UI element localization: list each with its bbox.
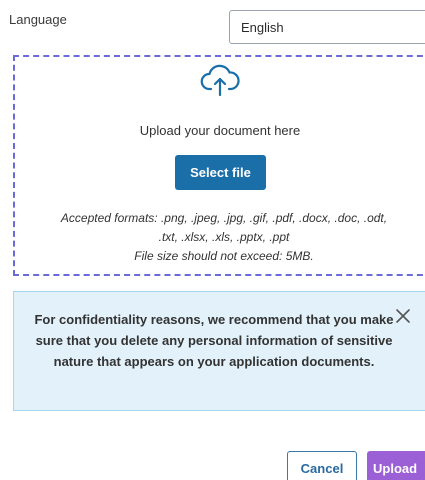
notice-text: For confidentiality reasons, we recommen…: [34, 312, 394, 369]
upload-prompt: Upload your document here: [139, 123, 301, 138]
file-size-limit: File size should not exceed: 5MB.: [134, 249, 314, 263]
cloud-upload-icon: [200, 64, 240, 97]
upload-button[interactable]: Upload: [367, 451, 425, 480]
confidentiality-notice: For confidentiality reasons, we recommen…: [13, 291, 425, 411]
formats-line-1: Accepted formats: .png, .jpeg, .jpg, .gi…: [60, 211, 388, 225]
formats-line-2: .txt, .xlsx, .xls, .pptx, .ppt: [158, 230, 290, 244]
close-icon[interactable]: [395, 308, 411, 324]
cancel-button[interactable]: Cancel: [287, 451, 357, 480]
accepted-formats: Accepted formats: .png, .jpeg, .jpg, .gi…: [14, 209, 425, 266]
language-label: Language: [9, 12, 67, 27]
upload-dialog: Language English Upload your document he…: [0, 0, 425, 480]
select-file-button[interactable]: Select file: [175, 155, 266, 190]
language-select[interactable]: English: [229, 10, 425, 44]
